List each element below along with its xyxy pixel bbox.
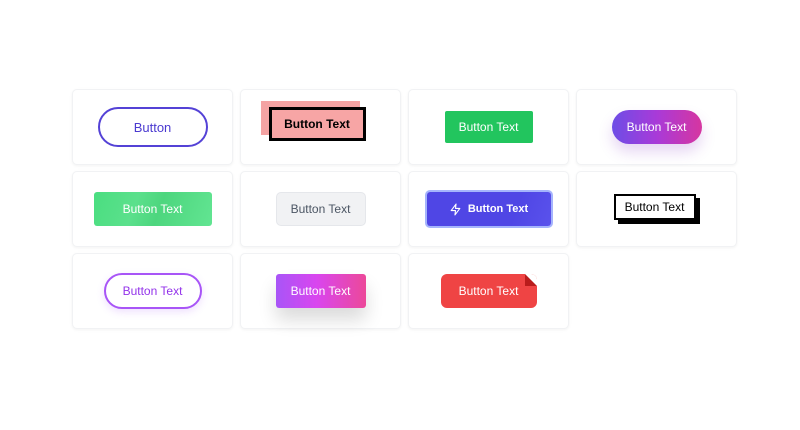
- gray-button[interactable]: Button Text: [275, 192, 366, 226]
- button-card-6: Button Text: [240, 171, 401, 247]
- button-card-5: Button Text: [72, 171, 233, 247]
- button-card-2: Button Text: [240, 89, 401, 165]
- button-card-7: Button Text: [408, 171, 569, 247]
- hard-shadow-button-wrapper: Button Text: [613, 194, 700, 224]
- gradient-pill-button[interactable]: Button Text: [611, 110, 702, 144]
- icon-indigo-button[interactable]: Button Text: [426, 192, 551, 226]
- button-card-9: Button Text: [72, 253, 233, 329]
- icon-button-label: Button Text: [467, 202, 529, 215]
- light-green-button[interactable]: Button Text: [93, 192, 212, 226]
- outline-pill-button[interactable]: Button: [97, 107, 208, 147]
- button-gallery: Button Button Text Button Text Button Te…: [72, 89, 737, 329]
- folded-corner: [524, 274, 537, 286]
- offset-shadow-button-wrapper: Button Text: [260, 101, 373, 147]
- button-card-10: Button Text: [240, 253, 401, 329]
- solid-green-button[interactable]: Button Text: [444, 111, 533, 143]
- red-folded-corner-button[interactable]: Button Text: [440, 274, 537, 308]
- lightning-icon: [450, 203, 461, 215]
- brutalist-salmon-button[interactable]: Button Text: [268, 107, 366, 141]
- button-card-11: Button Text: [408, 253, 569, 329]
- button-card-3: Button Text: [408, 89, 569, 165]
- purple-outline-pill-button[interactable]: Button Text: [103, 273, 202, 309]
- button-card-1: Button: [72, 89, 233, 165]
- folded-button-label: Button Text: [458, 284, 519, 298]
- black-outline-button[interactable]: Button Text: [613, 194, 696, 220]
- button-card-4: Button Text: [576, 89, 737, 165]
- button-card-8: Button Text: [576, 171, 737, 247]
- purple-pink-gradient-button[interactable]: Button Text: [275, 274, 366, 308]
